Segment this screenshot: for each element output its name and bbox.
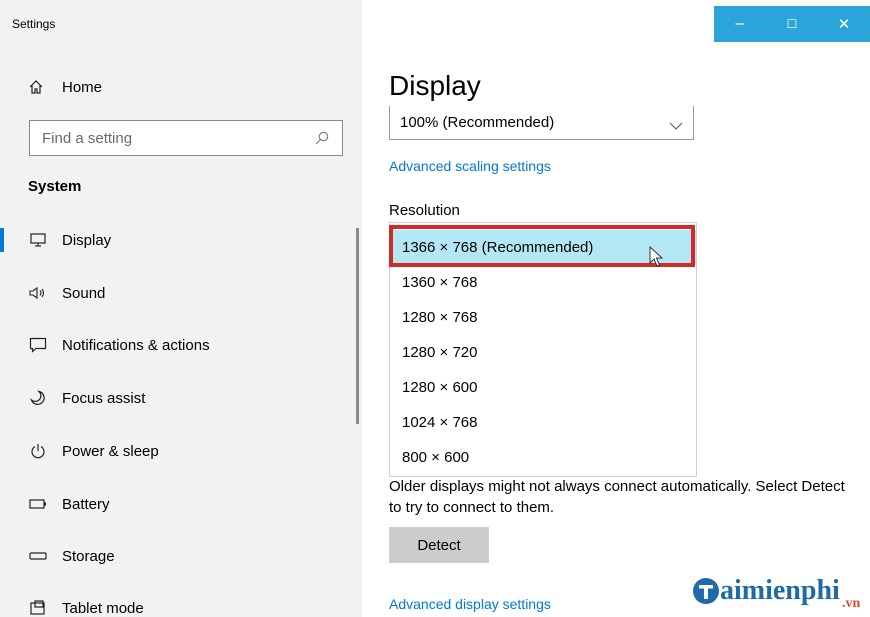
maximize-button[interactable]: ☐ [766,6,818,42]
resolution-option[interactable]: 1024 × 768 [390,405,696,440]
sidebar-item-label: Power & sleep [62,442,159,460]
section-heading: System [28,178,82,195]
search-input[interactable] [42,129,314,147]
scale-value: 100% (Recommended) [400,114,555,131]
window-controls: – ☐ ✕ [714,6,870,42]
sidebar: Settings Home System Display Sound Notif… [0,0,362,617]
resolution-option[interactable]: 1280 × 720 [390,335,696,370]
advanced-scaling-link[interactable]: Advanced scaling settings [389,158,551,174]
mouse-cursor-icon [649,245,665,268]
sidebar-item-display[interactable]: Display [0,220,362,260]
sidebar-item-focus-assist[interactable]: Focus assist [0,378,362,418]
monitor-icon [28,230,48,250]
moon-icon [28,388,48,408]
sidebar-item-label: Sound [62,284,106,302]
sidebar-item-tablet-mode[interactable]: Tablet mode [0,588,362,617]
storage-icon [28,546,48,566]
detect-description: Older displays might not always connect … [389,478,845,516]
sidebar-item-label: Tablet mode [62,599,144,617]
minimize-button[interactable]: – [714,6,766,42]
close-button[interactable]: ✕ [818,6,870,42]
scale-dropdown[interactable]: 100% (Recommended) [389,106,694,140]
power-icon [28,441,48,461]
resolution-option[interactable]: 800 × 600 [390,440,696,475]
watermark-suffix: .vn [842,596,861,611]
sidebar-item-power-sleep[interactable]: Power & sleep [0,431,362,471]
sidebar-item-label: Battery [62,495,110,513]
app-title: Settings [12,17,56,31]
speaker-icon [28,283,48,303]
sidebar-item-label: Notifications & actions [62,336,210,354]
advanced-display-link[interactable]: Advanced display settings [389,596,551,612]
sidebar-item-label: Storage [62,547,115,565]
watermark-t-icon [693,578,719,604]
search-field[interactable] [29,120,343,156]
sidebar-item-storage[interactable]: Storage [0,536,362,576]
sidebar-item-home[interactable]: Home [28,74,102,100]
sidebar-item-notifications[interactable]: Notifications & actions [0,325,362,365]
tablet-icon [28,598,48,617]
sidebar-item-label: Focus assist [62,389,146,407]
sidebar-item-battery[interactable]: Battery [0,484,362,524]
resolution-label: Resolution [389,202,460,219]
search-icon[interactable] [314,130,330,146]
watermark-text: aimienphi [720,575,840,606]
home-icon [28,79,48,95]
message-icon [28,335,48,355]
watermark-logo: aimienphi .vn [692,575,860,611]
resolution-option[interactable]: 1360 × 768 [390,265,696,300]
sidebar-item-label: Display [62,231,112,249]
chevron-down-icon [669,118,683,130]
resolution-option[interactable]: 1280 × 768 [390,300,696,335]
sidebar-item-sound[interactable]: Sound [0,273,362,313]
sidebar-item-label: Home [62,78,103,96]
sidebar-scrollbar[interactable] [356,228,359,424]
battery-icon [28,494,48,514]
resolution-option[interactable]: 1280 × 600 [390,370,696,405]
detect-button[interactable]: Detect [389,527,489,563]
page-title: Display [389,70,481,101]
